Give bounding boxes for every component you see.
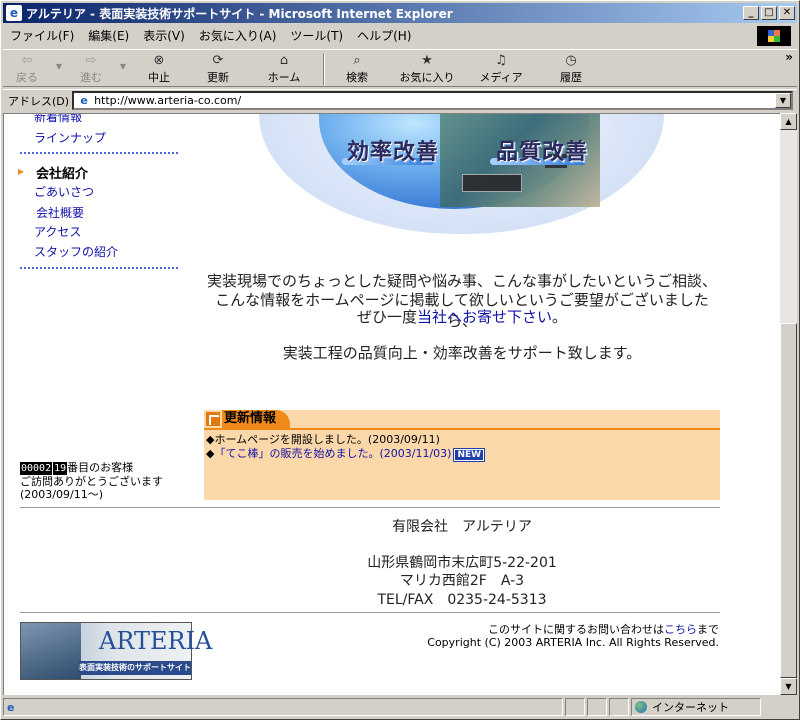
news-item: ◆「てこ棒」の販売を始めました。(2003/11/03) NEW (206, 445, 486, 462)
window-title: アルテリア - 表面実装技術サポートサイト - Microsoft Intern… (26, 6, 453, 21)
company-address: 山形県鶴岡市末広町5-22-201 (367, 555, 557, 571)
page-icon: e (7, 700, 15, 714)
divider (20, 507, 720, 509)
news-icon (206, 412, 220, 426)
intro-text: 実装現場でのちょっとした疑問や悩み事、こんな事がしたいというご相談、 (206, 272, 717, 290)
toolbar-chevron-icon[interactable]: » (785, 50, 793, 64)
status-pane (587, 698, 607, 716)
menu-view[interactable]: 表示(V) (136, 27, 192, 44)
forward-button[interactable]: ⇨ 進む (67, 50, 115, 88)
address-dropdown-icon[interactable]: ▼ (775, 93, 791, 108)
sidebar-item-news[interactable]: 新着情報 (34, 114, 82, 125)
hero-caption-quality: 品質改善 (496, 140, 589, 165)
page-icon: e (80, 94, 88, 107)
footer-contact: このサイトに関するお問い合わせはこちらまで (488, 623, 719, 636)
sidebar-item-access[interactable]: アクセス (34, 223, 81, 240)
search-icon: ⌕ (353, 53, 361, 68)
favorites-icon: ★ (421, 53, 433, 68)
intro-tagline: 実装工程の品質向上・効率改善をサポート致します。 (282, 344, 642, 362)
title-bar: e アルテリア - 表面実装技術サポートサイト - Microsoft Inte… (3, 3, 797, 23)
divider (20, 612, 720, 614)
hero-caption-efficiency: 効率改善 (347, 140, 440, 165)
scroll-down-icon[interactable]: ▼ (780, 678, 797, 695)
menu-help[interactable]: ヘルプ(H) (350, 27, 418, 44)
media-button[interactable]: ♫ メディア (469, 50, 533, 88)
ie-icon: e (6, 5, 22, 21)
sidebar-item-greeting[interactable]: ごあいさつ (34, 183, 94, 200)
company-tel: TEL/FAX 0235-24-5313 (377, 592, 547, 608)
browser-window: e アルテリア - 表面実装技術サポートサイト - Microsoft Inte… (0, 0, 800, 720)
standard-toolbar: ⇦ 戻る ▼ ⇨ 進む ▼ ⊗ 中止 ⟳ 更新 ⌂ ホーム ⌕ 検索 ★ お気に… (3, 49, 797, 87)
logo-photo (21, 623, 81, 679)
forward-dropdown-icon[interactable]: ▼ (115, 62, 131, 71)
menu-file[interactable]: ファイル(F) (3, 27, 81, 44)
section-arrow-icon: ▸ (18, 164, 25, 178)
address-url[interactable]: http://www.arteria-co.com/ (94, 94, 775, 107)
sidebar-item-overview[interactable]: 会社概要 (36, 204, 84, 221)
menu-bar: ファイル(F) 編集(E) 表示(V) お気に入り(A) ツール(T) ヘルプ(… (3, 24, 797, 46)
favorites-button[interactable]: ★ お気に入り (385, 50, 469, 88)
footer-contact-link[interactable]: こちら (664, 623, 697, 636)
minimize-button[interactable]: _ (743, 6, 759, 20)
news-heading: 更新情報 (204, 410, 291, 428)
contact-link[interactable]: 当社へお寄せ下さい (417, 308, 552, 326)
history-icon: ◷ (565, 53, 577, 68)
site-logo[interactable]: ARTERIA 表面実装技術のサポートサイト (20, 622, 212, 680)
sidebar-item-staff[interactable]: スタッフの紹介 (34, 243, 118, 260)
internet-globe-icon (635, 701, 647, 713)
toolbar-separator (323, 53, 325, 85)
intro-text: ぜひ一度当社へお寄せ下さい。 (356, 308, 568, 326)
menu-tools[interactable]: ツール(T) (283, 27, 350, 44)
status-text: e (3, 698, 563, 716)
sidebar-divider (20, 267, 178, 269)
status-pane (609, 698, 629, 716)
news-divider (204, 428, 720, 430)
news-link[interactable]: てこ棒 (225, 447, 258, 460)
counter-digits: 00002 (20, 462, 53, 475)
address-label: アドレス(D) (8, 94, 70, 108)
new-badge: NEW (453, 448, 486, 462)
counter-digits: 19 (53, 462, 68, 475)
page-viewport: 新着情報 ラインナップ ▸ 会社紹介 ごあいさつ 会社概要 アクセス スタッフの… (3, 113, 780, 695)
address-input[interactable]: e http://www.arteria-co.com/ ▼ (72, 91, 793, 110)
forward-arrow-icon: ⇨ (85, 53, 97, 68)
sidebar-divider (20, 152, 178, 154)
search-button[interactable]: ⌕ 検索 (329, 50, 385, 88)
company-building: マリカ西館2F A-3 (399, 573, 525, 589)
home-icon: ⌂ (279, 53, 289, 68)
media-icon: ♫ (495, 53, 507, 68)
back-button[interactable]: ⇦ 戻る (3, 50, 51, 88)
status-pane (565, 698, 585, 716)
company-name: 有限会社 アルテリア (392, 519, 532, 535)
visitor-counter: 00002 19番目のお客様 ご訪問ありがとうございます (2003/09/11～… (20, 461, 163, 501)
menu-edit[interactable]: 編集(E) (81, 27, 136, 44)
refresh-button[interactable]: ⟳ 更新 (187, 50, 249, 88)
security-zone: インターネット (631, 698, 761, 716)
home-button[interactable]: ⌂ ホーム (249, 50, 319, 88)
scroll-thumb[interactable] (780, 323, 797, 678)
close-button[interactable]: ✕ (779, 6, 795, 20)
stop-icon: ⊗ (153, 53, 165, 68)
back-dropdown-icon[interactable]: ▼ (51, 62, 67, 71)
scroll-up-icon[interactable]: ▲ (780, 113, 797, 130)
maximize-button[interactable]: □ (761, 6, 777, 20)
menu-favorites[interactable]: お気に入り(A) (192, 27, 284, 44)
back-arrow-icon: ⇦ (21, 53, 33, 68)
vertical-scrollbar[interactable]: ▲ ▼ (780, 113, 797, 695)
copyright: Copyright (C) 2003 ARTERIA Inc. All Righ… (427, 636, 719, 649)
refresh-icon: ⟳ (212, 53, 224, 68)
history-button[interactable]: ◷ 履歴 (533, 50, 609, 88)
stop-button[interactable]: ⊗ 中止 (131, 50, 187, 88)
windows-logo-icon (757, 26, 791, 46)
address-bar: アドレス(D) e http://www.arteria-co.com/ ▼ (3, 89, 797, 111)
status-bar: e インターネット (3, 697, 797, 717)
sidebar-item-lineup[interactable]: ラインナップ (34, 129, 106, 146)
sidebar-section-title: 会社紹介 (36, 167, 89, 182)
